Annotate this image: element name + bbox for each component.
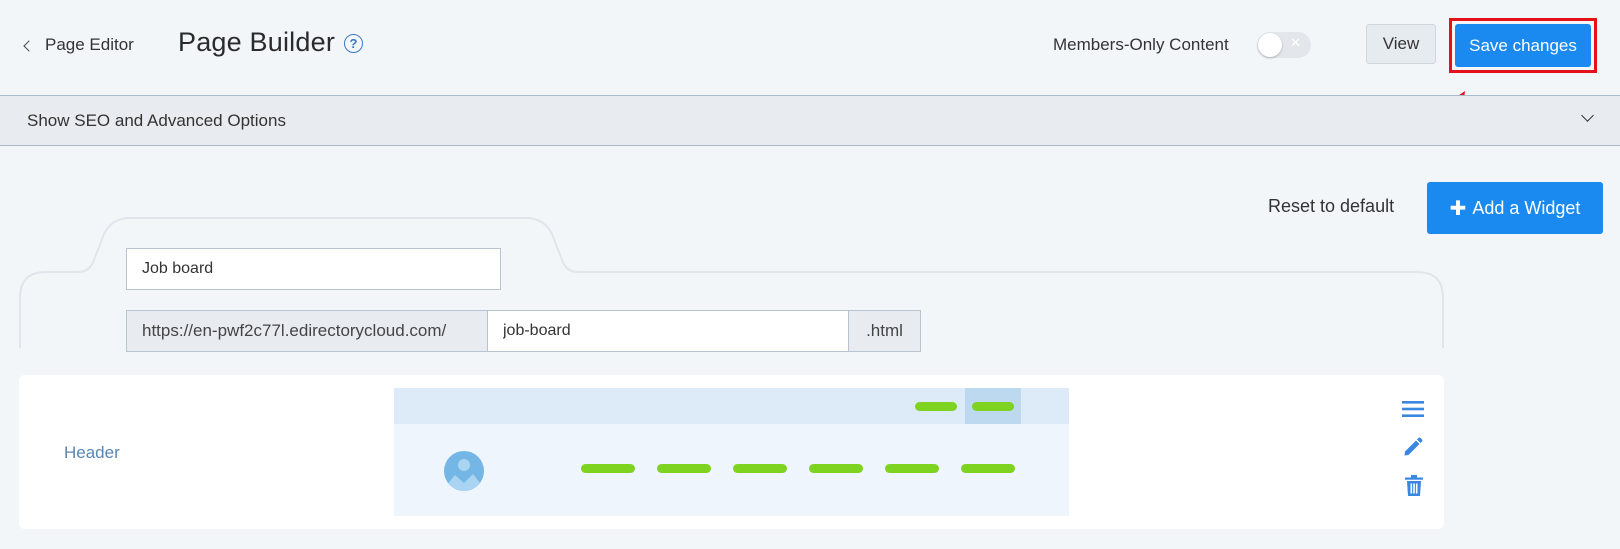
preview-bar bbox=[809, 464, 863, 473]
pencil-icon[interactable] bbox=[1403, 437, 1423, 457]
preview-bar bbox=[885, 464, 939, 473]
url-field-group: https://en-pwf2c77l.edirectorycloud.com/… bbox=[126, 310, 921, 352]
preview-bar bbox=[657, 464, 711, 473]
image-avatar-icon bbox=[444, 451, 484, 491]
preview-bar bbox=[961, 464, 1015, 473]
header-widget-preview bbox=[394, 388, 1069, 516]
back-link-label: Page Editor bbox=[45, 35, 134, 54]
save-changes-button[interactable]: Save changes bbox=[1455, 24, 1591, 67]
toggle-knob bbox=[1258, 33, 1282, 57]
page-title: Page Builder bbox=[178, 27, 336, 57]
chevron-left-icon bbox=[23, 39, 35, 52]
url-prefix: https://en-pwf2c77l.edirectorycloud.com/ bbox=[126, 310, 488, 352]
seo-advanced-options-toggle[interactable]: Show SEO and Advanced Options bbox=[0, 95, 1620, 146]
hamburger-menu-icon[interactable] bbox=[1402, 400, 1424, 418]
seo-options-label: Show SEO and Advanced Options bbox=[27, 111, 286, 130]
members-only-label: Members-Only Content bbox=[1053, 35, 1229, 54]
preview-bar bbox=[972, 402, 1014, 411]
view-button[interactable]: View bbox=[1366, 24, 1436, 64]
trash-icon[interactable] bbox=[1405, 475, 1423, 496]
top-bar: Page Editor Page Builder ? Members-Only … bbox=[0, 0, 1620, 95]
page-title-input[interactable] bbox=[126, 248, 501, 290]
page-slug-input[interactable] bbox=[488, 310, 849, 352]
help-icon[interactable]: ? bbox=[344, 34, 363, 53]
preview-bar bbox=[733, 464, 787, 473]
close-icon: ✕ bbox=[1290, 35, 1301, 50]
preview-bar bbox=[915, 402, 957, 411]
preview-bar bbox=[581, 464, 635, 473]
widget-label: Header bbox=[64, 443, 120, 462]
members-only-toggle[interactable]: ✕ bbox=[1257, 32, 1311, 58]
add-widget-label: Add a Widget bbox=[1472, 197, 1581, 218]
widget-card-header: Header bbox=[19, 375, 1444, 529]
back-to-page-editor-link[interactable]: Page Editor bbox=[23, 34, 134, 56]
url-suffix: .html bbox=[849, 310, 921, 352]
chevron-down-icon bbox=[1581, 109, 1594, 122]
